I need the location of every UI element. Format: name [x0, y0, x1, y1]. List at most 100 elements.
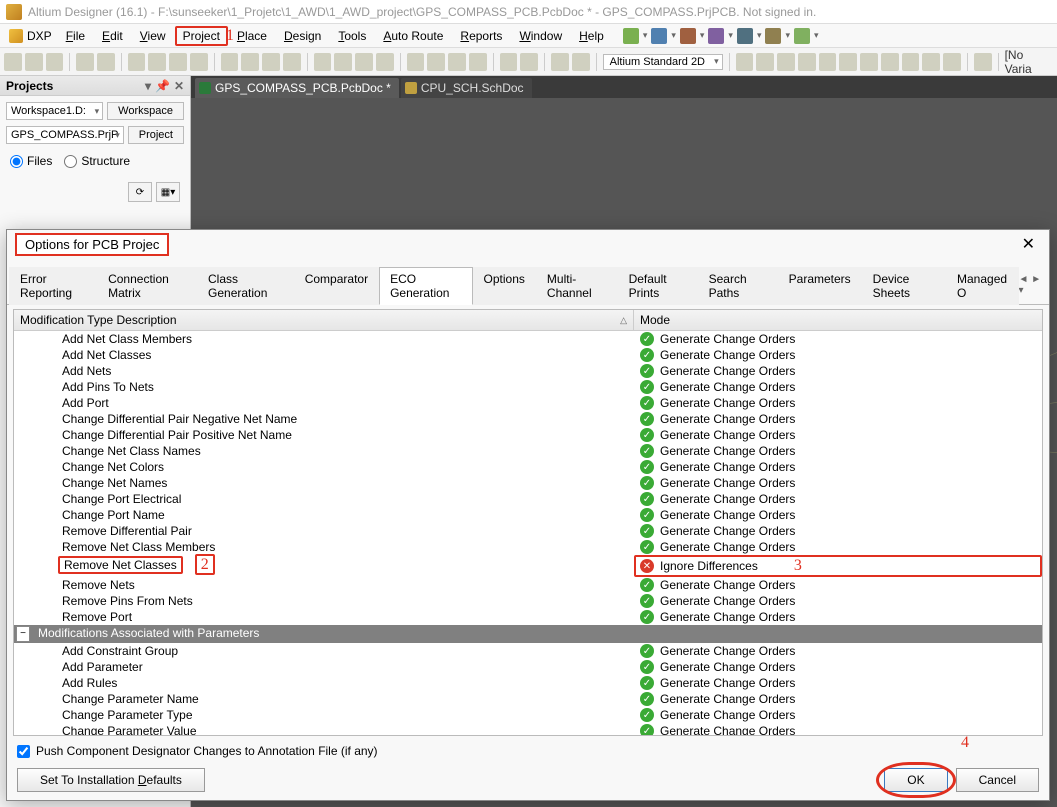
workspace-icon[interactable] — [190, 53, 208, 71]
zoom-out-icon[interactable] — [283, 53, 301, 71]
grid-row[interactable]: Add Pins To Nets✓Generate Change Orders — [14, 379, 1042, 395]
grid-row[interactable]: Remove Port✓Generate Change Orders — [14, 609, 1042, 625]
grid-row[interactable]: Add Net Classes✓Generate Change Orders — [14, 347, 1042, 363]
dialog-tab-options[interactable]: Options — [473, 267, 536, 305]
tab-pcb[interactable]: GPS_COMPASS_PCB.PcbDoc * — [195, 78, 399, 98]
project-button[interactable]: Project — [128, 126, 184, 144]
panel-options-icon[interactable]: ▦▾ — [156, 182, 180, 202]
menu-window[interactable]: Window — [511, 26, 570, 46]
paste-special-icon[interactable] — [376, 53, 394, 71]
new-icon[interactable] — [4, 53, 22, 71]
menu-view[interactable]: View — [132, 26, 174, 46]
units-icon[interactable] — [708, 28, 724, 44]
fill-icon[interactable] — [860, 53, 878, 71]
grid-row[interactable]: Change Parameter Value✓Generate Change O… — [14, 723, 1042, 736]
dialog-tab-comparator[interactable]: Comparator — [294, 267, 379, 305]
select-icon[interactable] — [407, 53, 425, 71]
push-designator-checkbox[interactable]: Push Component Designator Changes to Ann… — [17, 744, 1039, 758]
view-mode-combo[interactable]: Altium Standard 2D — [603, 54, 723, 70]
tab-sch[interactable]: CPU_SCH.SchDoc — [401, 78, 532, 98]
grid-row[interactable]: Change Differential Pair Negative Net Na… — [14, 411, 1042, 427]
via-icon[interactable] — [798, 53, 816, 71]
col-mode[interactable]: Mode — [634, 310, 1042, 330]
save-icon[interactable] — [46, 53, 64, 71]
undo-icon[interactable] — [500, 53, 518, 71]
dialog-tab-eco-generation[interactable]: ECO Generation — [379, 267, 472, 305]
panel-menu-icon[interactable]: ▾ — [145, 79, 151, 93]
grid-row[interactable]: Add Parameter✓Generate Change Orders — [14, 659, 1042, 675]
col-description[interactable]: Modification Type Description△ — [14, 310, 634, 330]
zoom-fit-icon[interactable] — [221, 53, 239, 71]
menu-design[interactable]: Design — [276, 26, 329, 46]
move-icon[interactable] — [427, 53, 445, 71]
panel-close-icon[interactable]: ✕ — [174, 79, 184, 93]
dialog-tab-search-paths[interactable]: Search Paths — [698, 267, 778, 305]
project-combo[interactable]: GPS_COMPASS.PrjP — [6, 126, 124, 144]
dim-icon[interactable] — [943, 53, 961, 71]
palette-icon[interactable] — [623, 28, 639, 44]
menu-edit[interactable]: Edit — [94, 26, 131, 46]
menu-tools[interactable]: Tools — [330, 26, 374, 46]
grid-row[interactable]: Remove Nets✓Generate Change Orders — [14, 577, 1042, 593]
panel-pin-icon[interactable]: 📌 — [155, 79, 170, 93]
dialog-tab-default-prints[interactable]: Default Prints — [618, 267, 698, 305]
zoom-sel-icon[interactable] — [262, 53, 280, 71]
structure-radio[interactable]: Structure — [64, 154, 130, 168]
3d-icon[interactable] — [974, 53, 992, 71]
print-icon[interactable] — [76, 53, 94, 71]
compile-icon[interactable] — [148, 53, 166, 71]
grid-row[interactable]: Change Parameter Name✓Generate Change Or… — [14, 691, 1042, 707]
tab-scroll-buttons[interactable]: ◄ ► ▾ — [1019, 266, 1047, 304]
project-icon[interactable] — [128, 53, 146, 71]
dialog-tab-class-generation[interactable]: Class Generation — [197, 267, 294, 305]
copy-icon[interactable] — [334, 53, 352, 71]
grid-row[interactable]: Change Net Class Names✓Generate Change O… — [14, 443, 1042, 459]
grid-row[interactable]: Add Net Class Members✓Generate Change Or… — [14, 331, 1042, 347]
poly-icon[interactable] — [839, 53, 857, 71]
dialog-tab-error-reporting[interactable]: Error Reporting — [9, 267, 97, 305]
grid-row[interactable]: Remove Net Classes2✕Ignore Differences3 — [14, 555, 1042, 577]
deselect-icon[interactable] — [448, 53, 466, 71]
modification-grid[interactable]: Modification Type Description△ Mode Add … — [13, 309, 1043, 736]
zoom-area-icon[interactable] — [241, 53, 259, 71]
grid-row[interactable]: Add Rules✓Generate Change Orders — [14, 675, 1042, 691]
menu-dxp[interactable]: DXP — [4, 29, 57, 43]
grid-row[interactable]: Remove Pins From Nets✓Generate Change Or… — [14, 593, 1042, 609]
redo-icon[interactable] — [520, 53, 538, 71]
preview-icon[interactable] — [97, 53, 115, 71]
text-icon[interactable] — [922, 53, 940, 71]
dialog-close-icon[interactable]: ✕ — [1016, 234, 1041, 254]
menu-file[interactable]: FFileile — [58, 26, 93, 46]
group-row-parameters[interactable]: −Modifications Associated with Parameter… — [14, 625, 1042, 643]
dialog-tab-multi-channel[interactable]: Multi-Channel — [536, 267, 618, 305]
grid-row[interactable]: Add Port✓Generate Change Orders — [14, 395, 1042, 411]
arc-icon[interactable] — [902, 53, 920, 71]
route-diff-icon[interactable] — [756, 53, 774, 71]
grid-icon[interactable] — [680, 28, 696, 44]
ok-button[interactable]: OK — [884, 768, 947, 792]
grid-row[interactable]: Add Nets✓Generate Change Orders — [14, 363, 1042, 379]
grid-row[interactable]: Change Port Name✓Generate Change Orders — [14, 507, 1042, 523]
collapse-icon[interactable]: − — [16, 626, 30, 642]
menu-reports[interactable]: Reports — [452, 26, 510, 46]
grid-row[interactable]: Change Differential Pair Positive Net Na… — [14, 427, 1042, 443]
grid-row[interactable]: Remove Differential Pair✓Generate Change… — [14, 523, 1042, 539]
cancel-button[interactable]: Cancel — [956, 768, 1039, 792]
grid-row[interactable]: Change Port Electrical✓Generate Change O… — [14, 491, 1042, 507]
panel-refresh-icon[interactable]: ⟳ — [128, 182, 152, 202]
layer-icon[interactable] — [651, 28, 667, 44]
filter-icon[interactable] — [572, 53, 590, 71]
docs-icon[interactable] — [169, 53, 187, 71]
menu-help[interactable]: Help — [571, 26, 612, 46]
menu-project[interactable]: Project — [175, 26, 228, 46]
snap-icon[interactable] — [737, 28, 753, 44]
workspace-combo[interactable]: Workspace1.D: — [6, 102, 103, 120]
dialog-tab-device-sheets[interactable]: Device Sheets — [862, 267, 946, 305]
menu-autoroute[interactable]: Auto Route — [375, 26, 451, 46]
cross-icon[interactable] — [469, 53, 487, 71]
grid-row[interactable]: Remove Net Class Members✓Generate Change… — [14, 539, 1042, 555]
zoom-icon[interactable] — [765, 28, 781, 44]
paste-icon[interactable] — [355, 53, 373, 71]
grid-row[interactable]: Change Net Colors✓Generate Change Orders — [14, 459, 1042, 475]
grid-row[interactable]: Change Net Names✓Generate Change Orders — [14, 475, 1042, 491]
